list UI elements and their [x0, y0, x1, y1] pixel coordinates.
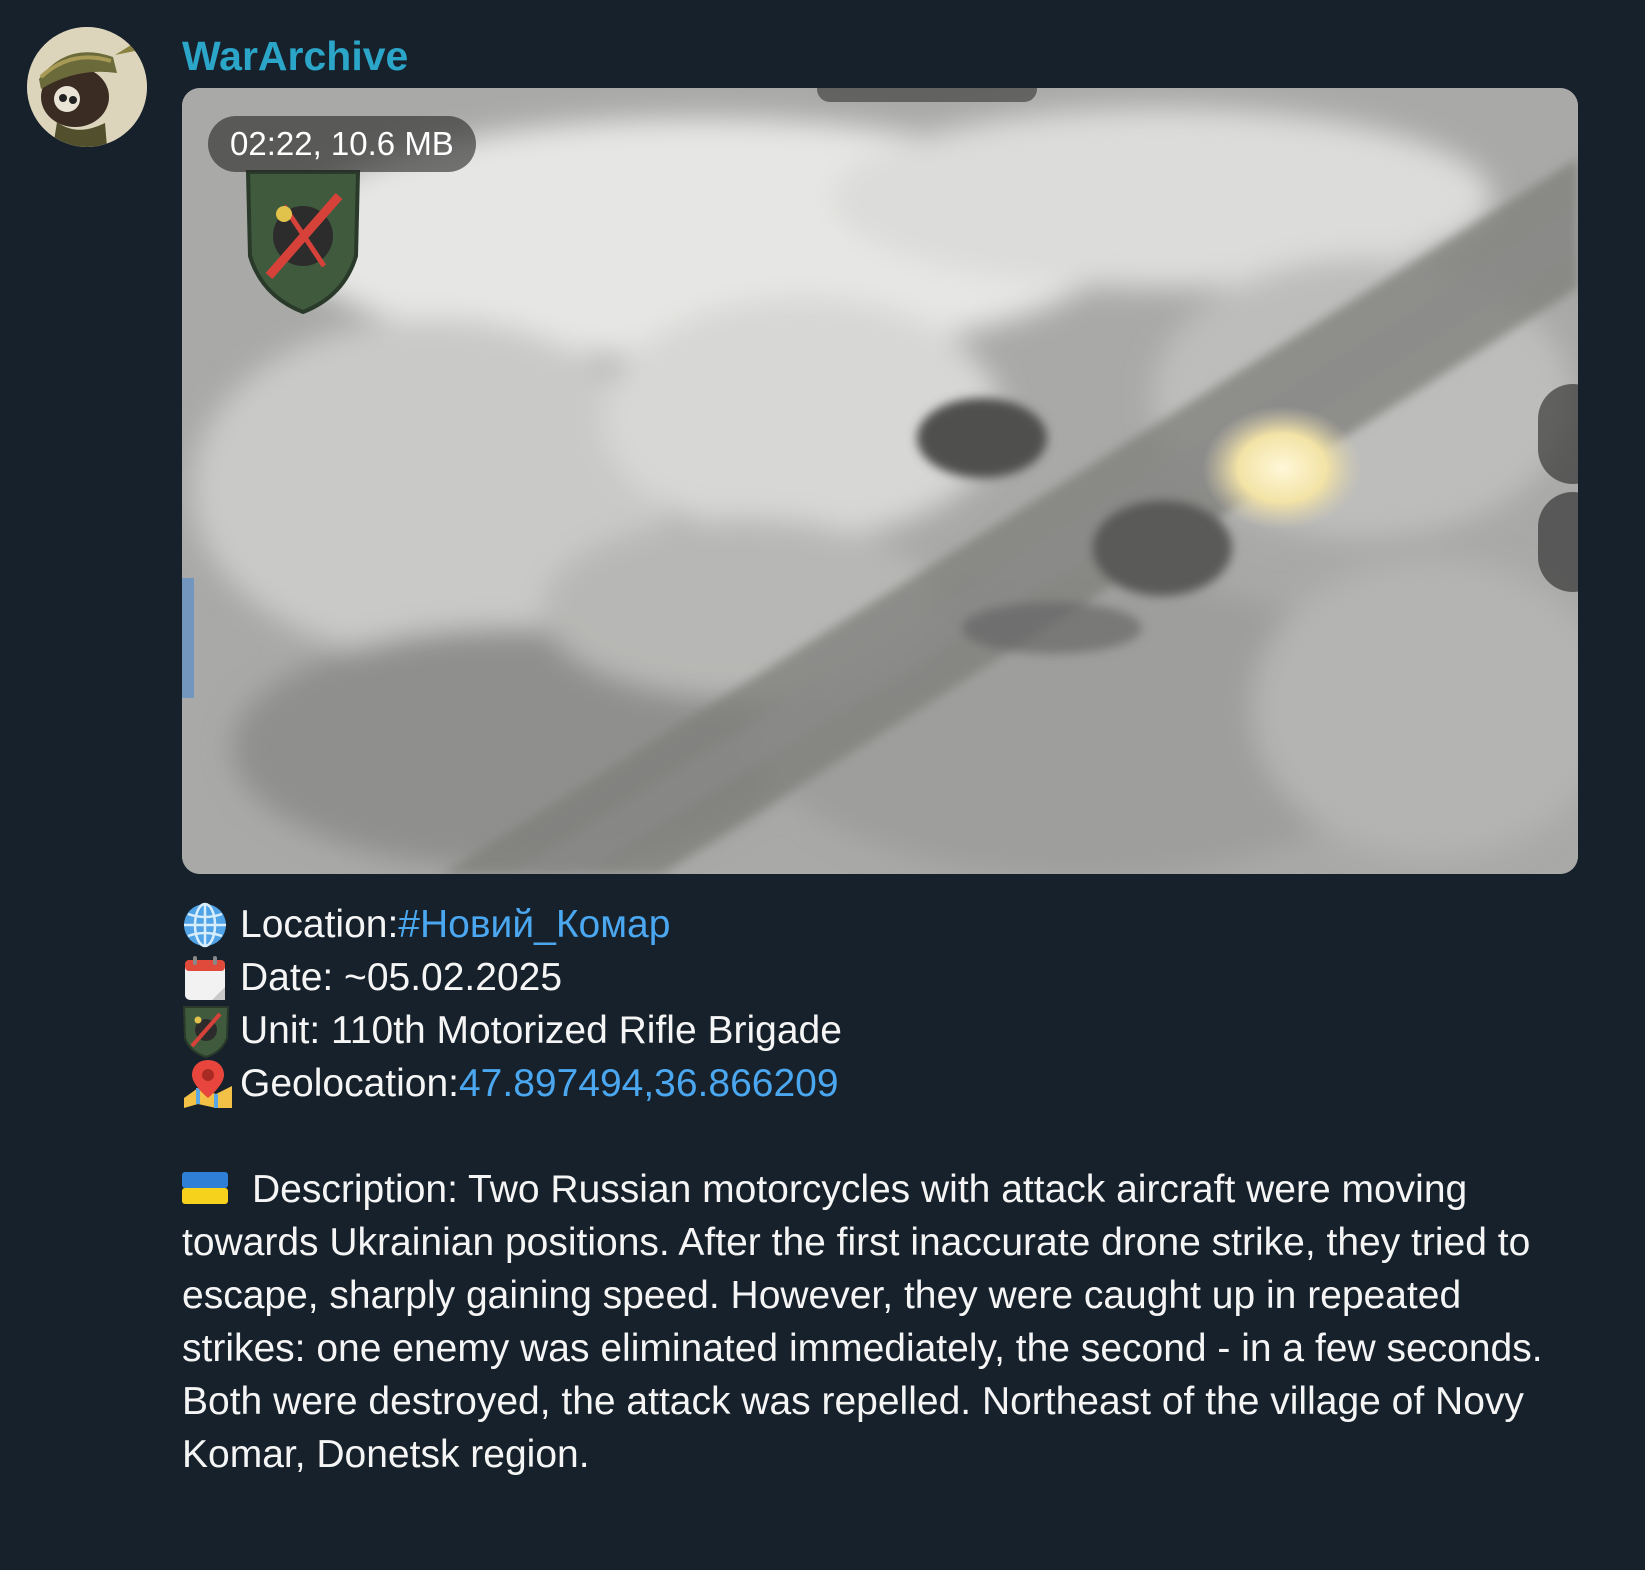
ukraine-flag-icon: [182, 1172, 228, 1204]
calendar-icon: [182, 951, 240, 1004]
channel-avatar[interactable]: [27, 27, 147, 147]
location-label: Location:: [240, 903, 399, 946]
geolocation-line: Geolocation: 47.897494,36.866209: [182, 1057, 1582, 1110]
side-action-button[interactable]: [1538, 492, 1578, 592]
geolocation-coordinates-link[interactable]: 47.897494,36.866209: [459, 1057, 839, 1110]
brigade-shield-icon: [245, 170, 361, 314]
sender-name[interactable]: WarArchive: [182, 30, 408, 82]
soldier-helmet-avatar-icon: [27, 27, 147, 147]
date-text: Date: ~05.02.2025: [240, 956, 563, 999]
brigade-shield-icon: [182, 1004, 240, 1058]
globe-icon: [182, 898, 240, 951]
unit-text: Unit: 110th Motorized Rifle Brigade: [240, 1009, 842, 1052]
video-frame-image: [182, 88, 1578, 874]
unit-line: Unit: 110th Motorized Rifle Brigade: [182, 1004, 1582, 1058]
video-duration-size-badge: 02:22, 10.6 MB: [208, 116, 476, 172]
video-thumbnail[interactable]: 02:22, 10.6 MB: [182, 88, 1578, 874]
location-hashtag-link[interactable]: #Новий_Комар: [398, 898, 670, 951]
description-text: Description: Two Russian motorcycles wit…: [182, 1168, 1543, 1476]
location-line: Location: #Новий_Комар: [182, 898, 1582, 951]
video-top-overlay: [817, 88, 1037, 102]
map-pin-icon: [182, 1057, 240, 1110]
geolocation-label: Geolocation:: [240, 1062, 459, 1105]
message-caption: Location: #Новий_Комар Date: ~05.02.2025…: [182, 898, 1582, 1481]
date-line: Date: ~05.02.2025: [182, 951, 1582, 1004]
side-action-button[interactable]: [1538, 384, 1578, 484]
description-paragraph: Description: Two Russian motorcycles wit…: [182, 1163, 1582, 1481]
